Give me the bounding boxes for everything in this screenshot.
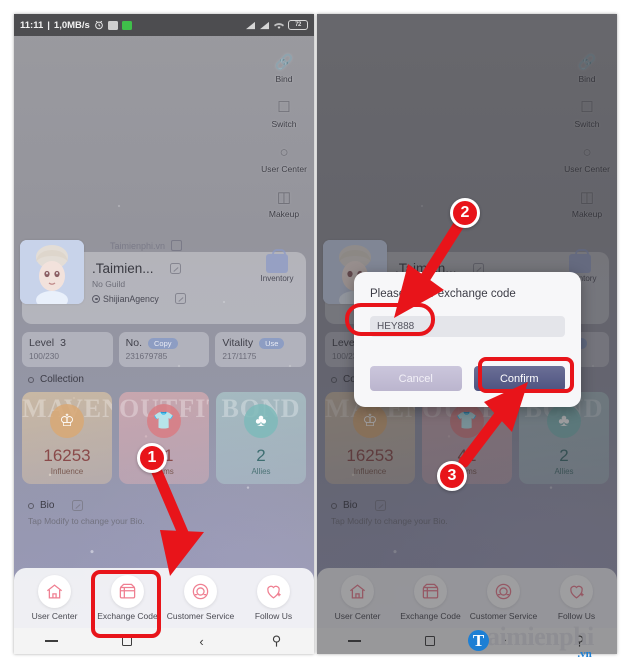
user-icon: ○ bbox=[279, 143, 289, 161]
inventory-label: Inventory bbox=[260, 274, 294, 283]
stats-row: Level 3 100/230 No. Copy 231679785 Vital… bbox=[22, 332, 307, 367]
network-speed: 1,0MB/s bbox=[53, 19, 90, 31]
step-marker-2: 2 bbox=[450, 198, 480, 228]
clover-icon: ♣ bbox=[244, 404, 278, 438]
collection-row: MAVEN ♔ 16253 Influence OUTFIT 👕 41 Item… bbox=[22, 392, 306, 484]
dash-icon bbox=[45, 640, 58, 642]
avatar[interactable] bbox=[20, 240, 84, 304]
sim-chip-icon bbox=[107, 20, 118, 30]
agency-label: ShijianAgency bbox=[92, 294, 159, 304]
back-button[interactable]: ‹ bbox=[182, 634, 222, 649]
stat-sub: 217/1175 bbox=[222, 351, 257, 361]
bullet-icon bbox=[28, 502, 34, 509]
side-item-label: Makeup bbox=[268, 209, 300, 219]
screenshot-badge-icon bbox=[171, 240, 183, 251]
watermark-logo: T bbox=[468, 630, 489, 651]
status-time: 11:11 bbox=[20, 19, 44, 31]
agency-row: ShijianAgency bbox=[92, 293, 186, 304]
makeup-icon: ◫ bbox=[276, 189, 292, 206]
dialog-buttons: Cancel Confirm bbox=[370, 366, 565, 391]
crown-icon: ♔ bbox=[50, 404, 84, 438]
copy-badge[interactable]: Copy bbox=[148, 337, 178, 349]
step-marker-3: 3 bbox=[437, 461, 467, 491]
collection-card-allies[interactable]: BOND ♣ 2 Allies bbox=[216, 392, 306, 484]
screenshot-root: 11:11 | 1,0MB/s 72 🔗 Bind ☐ Switch ○ Use… bbox=[0, 0, 630, 668]
nickname: .Taimien... bbox=[92, 261, 154, 276]
collection-card-influence[interactable]: MAVEN ♔ 16253 Influence bbox=[22, 392, 112, 484]
stat-level: Level 3 100/230 bbox=[22, 332, 113, 367]
switch-account-icon: ☐ bbox=[277, 99, 291, 116]
status-separator: | bbox=[47, 19, 50, 31]
signal-1-icon bbox=[245, 21, 256, 30]
accessibility-button[interactable]: ⚲ bbox=[257, 633, 297, 649]
stat-player-id: No. Copy 231679785 bbox=[118, 332, 210, 367]
exchange-code-icon bbox=[111, 575, 144, 608]
side-item-switch[interactable]: ☐ Switch bbox=[256, 97, 312, 129]
collection-card-items[interactable]: OUTFIT 👕 41 Items bbox=[119, 392, 209, 484]
bio-heading: Bio bbox=[28, 500, 84, 511]
phone-screenshot-right: 🔗 Bind ☐ Switch ○ User Center ◫ Makeup .… bbox=[317, 14, 617, 654]
confirm-button[interactable]: Confirm bbox=[473, 366, 565, 391]
status-bar: 11:11 | 1,0MB/s 72 bbox=[14, 14, 314, 36]
watermark-tld: .vn bbox=[577, 648, 592, 660]
side-item-user-center[interactable]: ○ User Center bbox=[256, 142, 312, 175]
side-item-label: User Center bbox=[261, 164, 307, 174]
alarm-icon bbox=[94, 20, 104, 30]
bottom-nav-bar: User Center Exchange Code Customer Servi… bbox=[14, 568, 314, 628]
side-item-bind[interactable]: 🔗 Bind bbox=[256, 52, 312, 84]
side-item-label: Switch bbox=[271, 119, 297, 129]
edit-bio-icon[interactable] bbox=[72, 500, 84, 511]
location-pin-icon bbox=[92, 294, 100, 303]
side-item-label: Bind bbox=[275, 74, 293, 84]
edit-agency-icon[interactable] bbox=[174, 293, 186, 304]
recents-button[interactable] bbox=[32, 640, 72, 642]
background-nickname: Taimienphi.vn bbox=[110, 240, 183, 251]
bullet-icon bbox=[28, 376, 34, 383]
cancel-button[interactable]: Cancel bbox=[370, 366, 462, 391]
exchange-code-nav-item[interactable]: Exchange Code bbox=[93, 575, 163, 621]
collection-heading: Collection bbox=[28, 374, 84, 385]
side-item-makeup[interactable]: ◫ Makeup bbox=[256, 187, 312, 219]
profile-card: .Taimien... No Guild ShijianAgency Inven… bbox=[20, 240, 306, 324]
android-navigation-bar: ‹ ⚲ bbox=[14, 628, 314, 654]
stat-vitality: Vitality Use 217/1175 bbox=[215, 332, 307, 367]
signal-2-icon bbox=[259, 21, 270, 30]
customer-service-nav-item[interactable]: Customer Service bbox=[166, 575, 236, 621]
watermark-text: aimienphi bbox=[487, 622, 594, 651]
exchange-code-dialog: Please enter exchange code HEY888 Cancel… bbox=[354, 272, 581, 407]
tshirt-icon: 👕 bbox=[147, 404, 181, 438]
nickname-row: .Taimien... bbox=[92, 261, 181, 276]
square-icon bbox=[121, 636, 132, 646]
watermark: T aimienphi .vn bbox=[468, 622, 594, 660]
use-badge[interactable]: Use bbox=[259, 337, 285, 349]
user-center-nav-item[interactable]: User Center bbox=[20, 575, 90, 621]
home-icon bbox=[38, 575, 71, 608]
follow-us-nav-item[interactable]: Follow Us bbox=[239, 575, 309, 621]
stat-sub: 100/230 bbox=[29, 351, 59, 361]
bag-icon bbox=[266, 249, 288, 273]
guild-label: No Guild bbox=[92, 279, 126, 289]
dialog-title: Please enter exchange code bbox=[370, 288, 516, 300]
inventory-button[interactable]: Inventory bbox=[254, 249, 300, 283]
home-button[interactable] bbox=[107, 636, 147, 646]
side-menu: 🔗 Bind ☐ Switch ○ User Center ◫ Makeup bbox=[256, 52, 312, 219]
step-marker-1: 1 bbox=[137, 443, 167, 473]
edit-nickname-icon[interactable] bbox=[169, 263, 181, 274]
wifi-icon bbox=[273, 21, 285, 30]
bio-text: Tap Modify to change your Bio. bbox=[28, 516, 145, 526]
battery-saver-icon bbox=[121, 20, 132, 30]
headset-icon bbox=[184, 575, 217, 608]
heart-plus-icon bbox=[257, 575, 290, 608]
stat-sub: 231679785 bbox=[125, 351, 168, 361]
phone-screenshot-left: 11:11 | 1,0MB/s 72 🔗 Bind ☐ Switch ○ Use… bbox=[14, 14, 314, 654]
battery-indicator: 72 bbox=[288, 20, 308, 30]
link-icon: 🔗 bbox=[274, 54, 294, 71]
exchange-code-input[interactable]: HEY888 bbox=[370, 316, 565, 337]
